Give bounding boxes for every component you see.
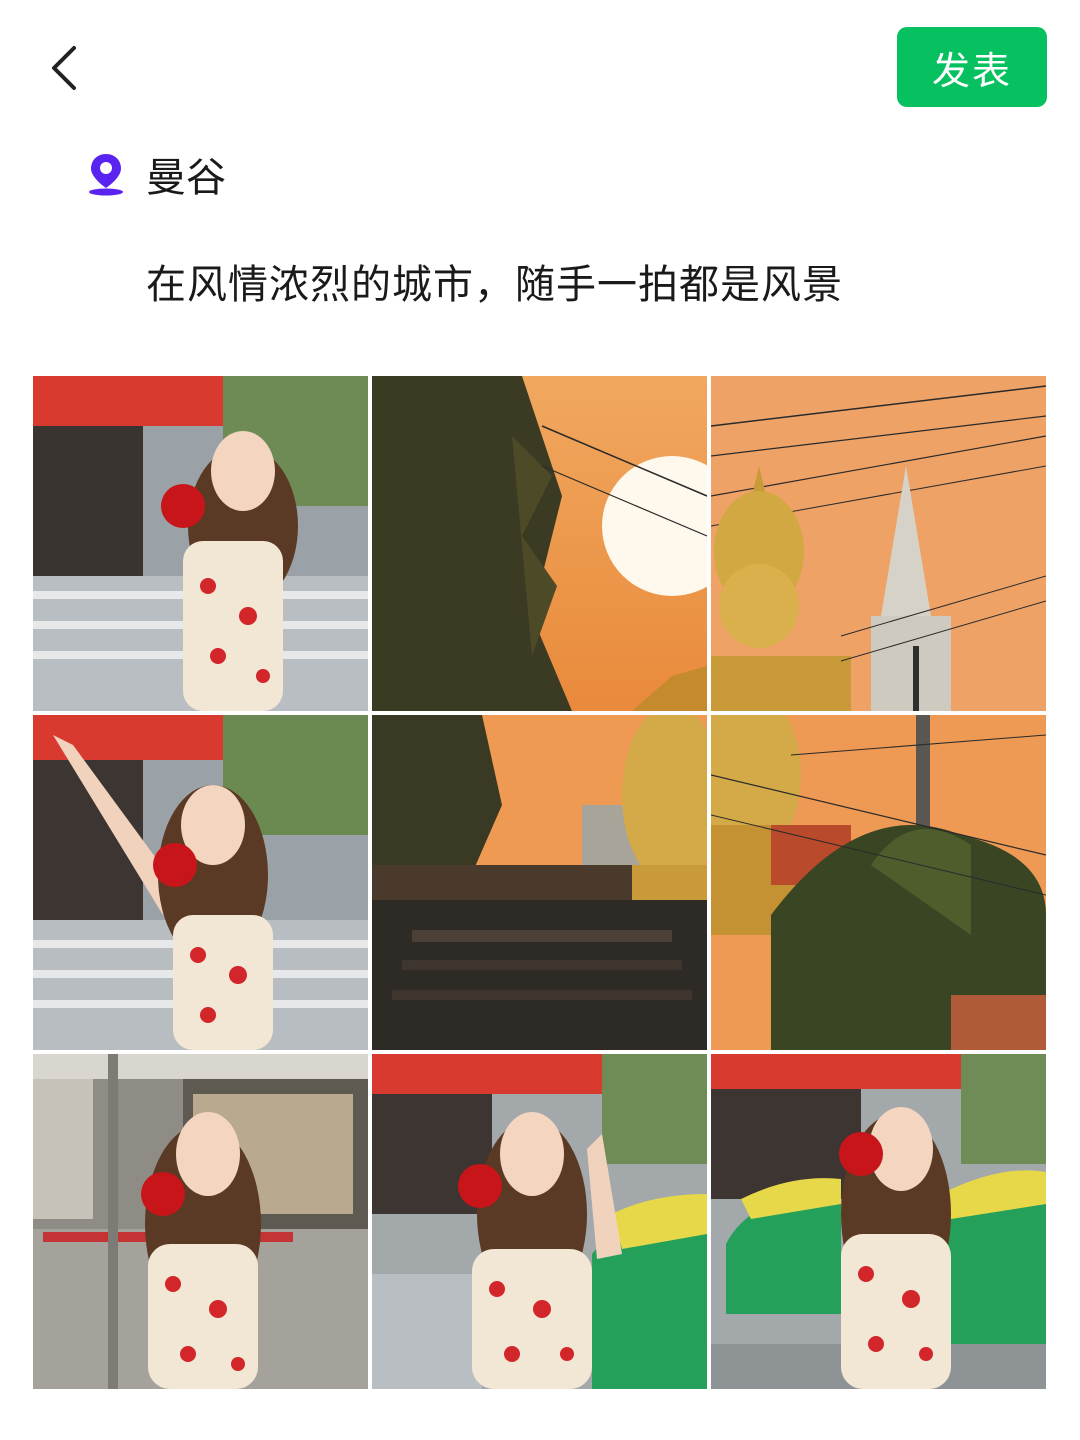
photo-thumbnail[interactable] [33,715,368,1050]
street-portrait-waving-photo [33,715,368,1050]
storefront-portrait-photo [33,1054,368,1389]
photo-thumbnail[interactable] [372,715,707,1050]
buddha-temple-photo [711,376,1046,711]
post-caption[interactable]: 在风情浓烈的城市，随手一拍都是风景 [146,252,843,310]
photo-thumbnail[interactable] [711,715,1046,1050]
sunset-sun-photo [372,376,707,711]
photo-thumbnail[interactable] [372,376,707,711]
street-portrait-photo [33,376,368,711]
taxi-portrait-smiling-photo [711,1054,1046,1389]
back-button[interactable] [36,38,92,98]
photo-thumbnail[interactable] [711,376,1046,711]
sunset-rooftops-photo [372,715,707,1050]
taxi-portrait-photo [372,1054,707,1389]
photo-thumbnail[interactable] [33,376,368,711]
location-pin-icon [89,154,123,196]
photo-thumbnail[interactable] [372,1054,707,1389]
chevron-left-icon [52,46,76,90]
photo-thumbnail[interactable] [33,1054,368,1389]
post-editor-screen: 发表 曼谷 在风情浓烈的城市，随手一拍都是风景 [0,0,1080,1440]
location-label: 曼谷 [146,155,226,201]
photo-grid [33,376,1047,1389]
powerlines-trees-photo [711,715,1046,1050]
photo-thumbnail[interactable] [711,1054,1046,1389]
location-tag[interactable]: 曼谷 [86,146,226,202]
publish-button[interactable]: 发表 [897,27,1047,107]
